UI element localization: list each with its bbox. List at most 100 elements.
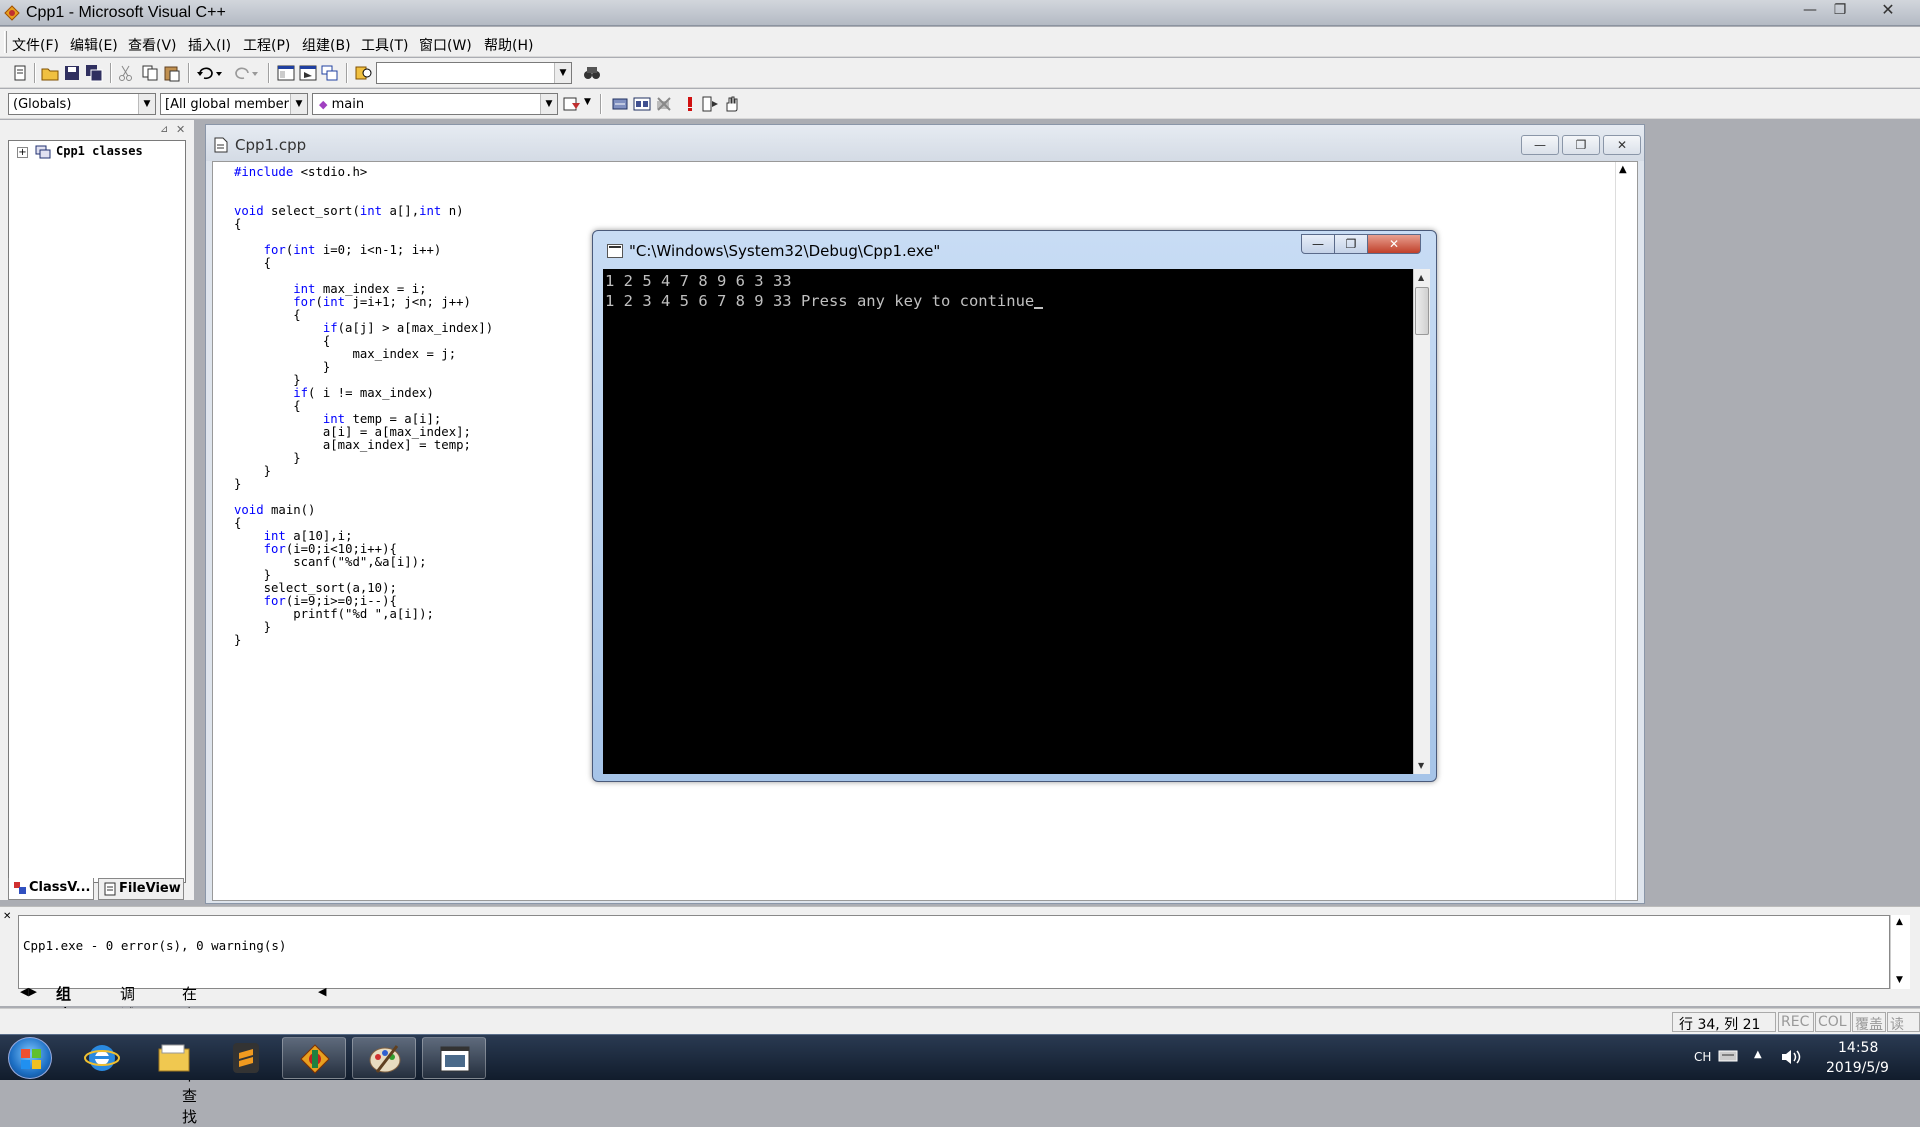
- taskbar-sublime[interactable]: [214, 1037, 278, 1079]
- menu-insert[interactable]: 插入(I): [188, 35, 231, 55]
- tab-build[interactable]: 组建: [50, 983, 77, 1024]
- code-line[interactable]: for(int j=i+1; j<n; j++): [234, 294, 493, 309]
- code-line[interactable]: }: [234, 632, 493, 647]
- start-button[interactable]: [8, 1037, 52, 1079]
- open-folder-icon[interactable]: [40, 64, 60, 82]
- scroll-up-icon[interactable]: ▲: [1418, 273, 1424, 282]
- stop-build-icon[interactable]: [654, 95, 674, 113]
- expand-icon[interactable]: +: [17, 147, 28, 158]
- close-icon[interactable]: ✕: [176, 123, 185, 136]
- class-tree[interactable]: + Cpp1 classes: [8, 140, 186, 883]
- chevron-down-icon[interactable]: ▼: [554, 63, 571, 83]
- build-icon[interactable]: [632, 95, 652, 113]
- scroll-thumb[interactable]: [1415, 287, 1429, 335]
- show-hidden-icons-icon[interactable]: ▲: [1754, 1049, 1762, 1060]
- menu-project[interactable]: 工程(P): [243, 35, 290, 55]
- console-output[interactable]: 1 2 5 4 7 8 9 6 3 33 1 2 3 4 5 6 7 8 9 3…: [603, 269, 1413, 774]
- input-language[interactable]: CH: [1694, 1050, 1711, 1064]
- find-binoculars-icon[interactable]: [582, 64, 602, 82]
- chevron-down-icon[interactable]: ▼: [138, 94, 155, 114]
- new-file-icon[interactable]: [10, 64, 30, 82]
- go-debug-icon[interactable]: [700, 95, 720, 113]
- output-vertical-scrollbar[interactable]: ▲ ▼: [1890, 915, 1910, 989]
- volume-icon[interactable]: [1780, 1047, 1802, 1067]
- breakpoint-hand-icon[interactable]: [722, 95, 742, 113]
- menubar-grip[interactable]: [4, 31, 7, 53]
- output-window-icon[interactable]: [298, 64, 318, 82]
- code-line[interactable]: max_index = j;: [234, 346, 493, 361]
- taskbar-visual-cpp[interactable]: [282, 1037, 346, 1079]
- code-line[interactable]: printf("%d ",a[i]);: [234, 606, 493, 621]
- code-line[interactable]: [234, 489, 493, 502]
- members-filter-combo[interactable]: [All global member ▼: [160, 93, 308, 115]
- source-code[interactable]: #include <stdio.h> void select_sort(int …: [234, 164, 493, 647]
- workspace-window-icon[interactable]: [276, 64, 296, 82]
- menu-view[interactable]: 查看(V): [128, 35, 177, 55]
- console-minimize-button[interactable]: —: [1301, 234, 1335, 254]
- close-button[interactable]: ✕: [1868, 0, 1908, 22]
- tab-find-in-files[interactable]: 在文件1中查找: [176, 983, 203, 1126]
- console-maximize-button[interactable]: ❐: [1334, 234, 1368, 254]
- copy-icon[interactable]: [140, 64, 160, 82]
- execute-icon[interactable]: [680, 95, 700, 113]
- code-line[interactable]: for(int i=0; i<n-1; i++): [234, 242, 493, 257]
- paste-icon[interactable]: [162, 64, 182, 82]
- code-line[interactable]: }: [234, 372, 493, 387]
- scroll-up-icon[interactable]: ▲: [1896, 917, 1903, 927]
- scroll-up-icon[interactable]: ▲: [1619, 164, 1627, 175]
- scroll-down-icon[interactable]: ▼: [1418, 761, 1424, 770]
- close-icon[interactable]: ✕: [3, 911, 11, 922]
- code-line[interactable]: int temp = a[i];: [234, 411, 493, 426]
- save-all-icon[interactable]: [84, 64, 104, 82]
- compile-icon[interactable]: [610, 95, 630, 113]
- console-close-button[interactable]: ✕: [1367, 234, 1421, 254]
- dock-grip-icon[interactable]: ⊿: [160, 124, 168, 135]
- code-line[interactable]: #include <stdio.h>: [234, 164, 493, 179]
- tree-root-label[interactable]: Cpp1 classes: [56, 144, 143, 158]
- editor-close-button[interactable]: ✕: [1603, 135, 1641, 155]
- code-line[interactable]: if(a[j] > a[max_index]): [234, 320, 493, 335]
- function-combo[interactable]: ◆ main ▼: [312, 93, 558, 115]
- code-line[interactable]: [234, 268, 493, 281]
- code-line[interactable]: a[i] = a[max_index];: [234, 424, 493, 439]
- tab-scroll-icon[interactable]: ◀: [318, 985, 326, 998]
- build-output[interactable]: Cpp1.exe - 0 error(s), 0 warning(s): [18, 915, 1890, 989]
- code-line[interactable]: void main(): [234, 502, 493, 517]
- clock-date[interactable]: 2019/5/9: [1826, 1060, 1889, 1076]
- code-line[interactable]: scanf("%d",&a[i]);: [234, 554, 493, 569]
- save-icon[interactable]: [62, 64, 82, 82]
- chevron-down-icon[interactable]: ▼: [540, 94, 557, 114]
- menu-window[interactable]: 窗口(W): [419, 35, 472, 55]
- menu-edit[interactable]: 编辑(E): [70, 35, 118, 55]
- selection-margin[interactable]: [213, 162, 231, 900]
- undo-icon[interactable]: [196, 64, 224, 82]
- code-line[interactable]: select_sort(a,10);: [234, 580, 493, 595]
- tab-debug[interactable]: 调试: [114, 983, 141, 1024]
- taskbar-explorer[interactable]: [142, 1037, 206, 1079]
- taskbar-console[interactable]: [422, 1037, 486, 1079]
- window-list-icon[interactable]: [320, 64, 340, 82]
- code-line[interactable]: int max_index = i;: [234, 281, 493, 296]
- code-line[interactable]: void select_sort(int a[],int n): [234, 203, 493, 218]
- taskbar-paint[interactable]: [352, 1037, 416, 1079]
- taskbar-ie[interactable]: [70, 1037, 134, 1079]
- code-line[interactable]: }: [234, 476, 493, 491]
- menu-tools[interactable]: 工具(T): [361, 35, 408, 55]
- minimize-button[interactable]: —: [1796, 0, 1824, 22]
- code-line[interactable]: int a[10],i;: [234, 528, 493, 543]
- menu-file[interactable]: 文件(F): [12, 35, 59, 55]
- console-vertical-scrollbar[interactable]: ▲ ▼: [1413, 269, 1430, 774]
- tab-scroll-left-icon[interactable]: ◀▶: [20, 985, 37, 998]
- clock-time[interactable]: 14:58: [1838, 1040, 1878, 1056]
- editor-minimize-button[interactable]: —: [1521, 135, 1559, 155]
- scroll-down-icon[interactable]: ▼: [1896, 975, 1903, 985]
- code-line[interactable]: [234, 229, 493, 242]
- class-scope-combo[interactable]: (Globals) ▼: [8, 93, 156, 115]
- maximize-button[interactable]: ❐: [1826, 0, 1854, 22]
- chevron-down-icon[interactable]: ▼: [584, 97, 591, 107]
- editor-restore-button[interactable]: ❐: [1562, 135, 1600, 155]
- wizard-action-icon[interactable]: [562, 95, 582, 113]
- keyboard-icon[interactable]: [1718, 1048, 1738, 1064]
- code-line[interactable]: a[max_index] = temp;: [234, 437, 493, 452]
- code-line[interactable]: for(i=0;i<10;i++){: [234, 541, 493, 556]
